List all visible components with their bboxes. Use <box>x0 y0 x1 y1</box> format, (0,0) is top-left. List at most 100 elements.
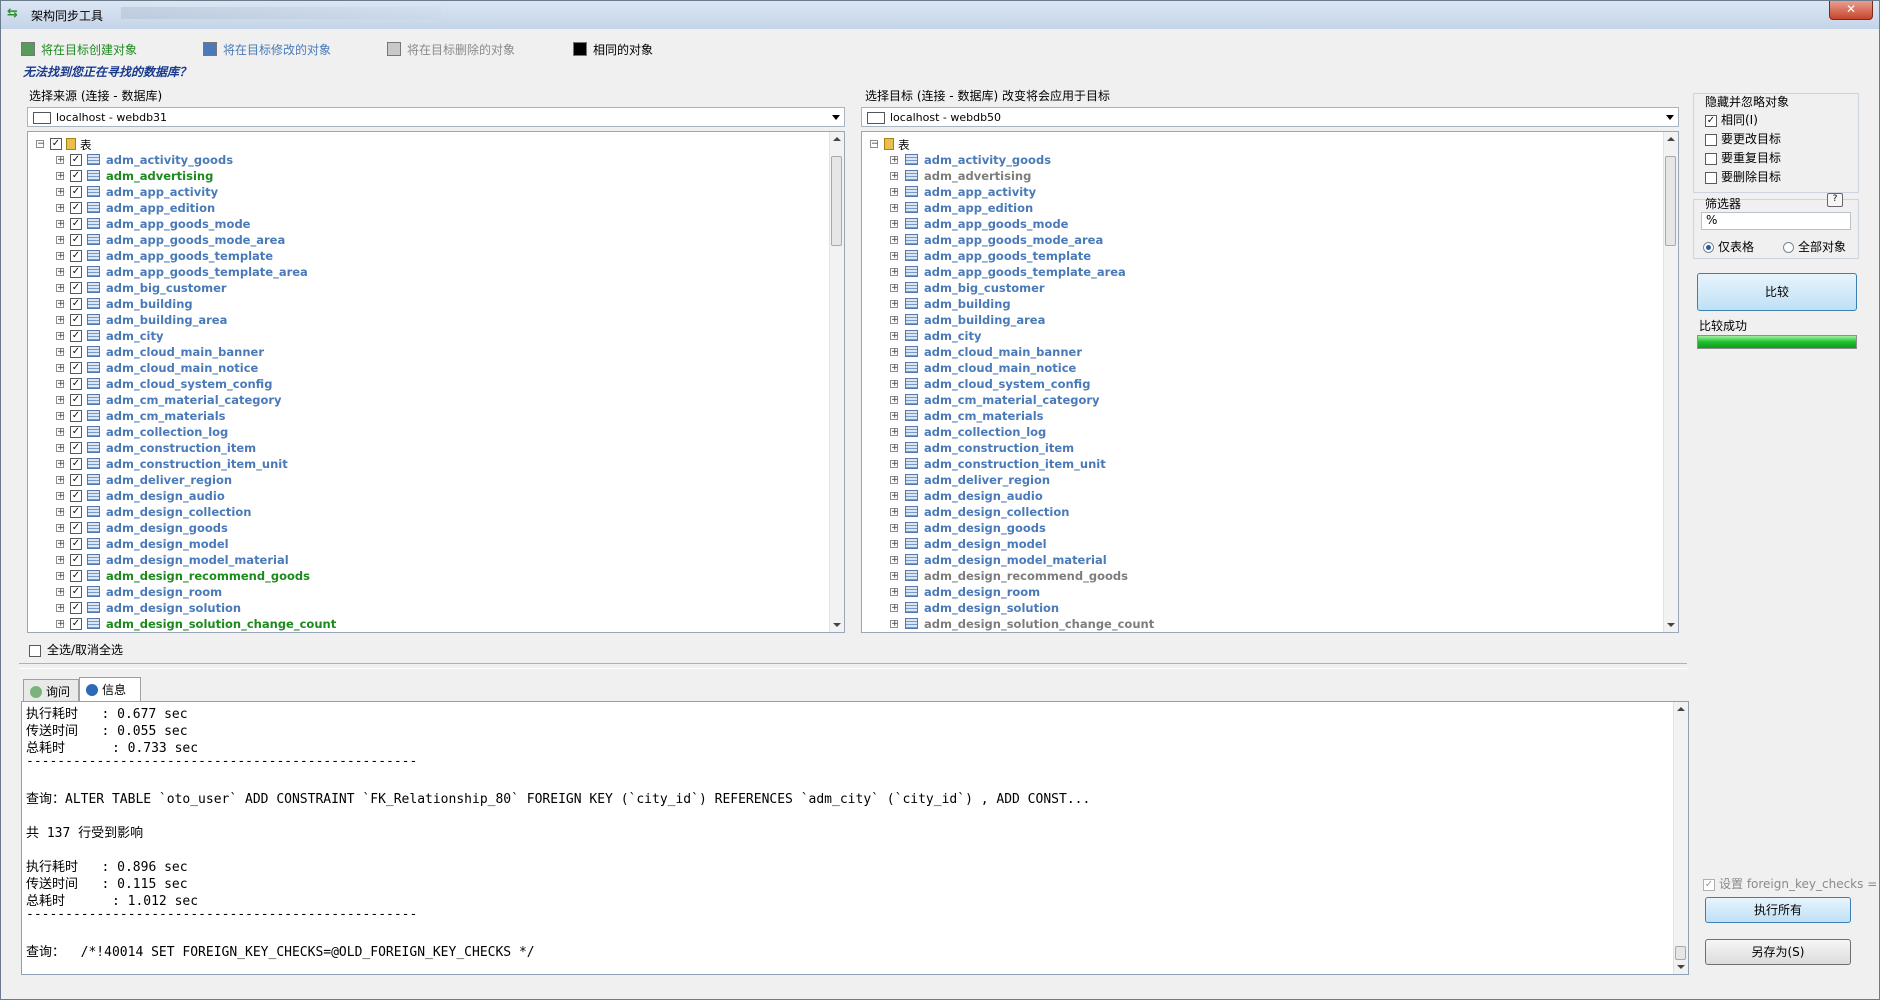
tree-table-row[interactable]: + ✓ adm_design_audio <box>28 488 830 504</box>
hide-delete-checkbox[interactable]: 要删除目标 <box>1705 168 1781 185</box>
expand-icon[interactable]: + <box>56 316 65 325</box>
execute-all-button[interactable]: 执行所有 <box>1705 897 1851 923</box>
expand-icon[interactable]: + <box>56 172 65 181</box>
expand-icon[interactable]: + <box>56 556 65 565</box>
tab-info[interactable]: 信息 <box>79 677 141 701</box>
scroll-up-icon[interactable] <box>833 137 841 141</box>
expand-icon[interactable]: + <box>890 620 899 629</box>
checkbox-box[interactable]: ✓ <box>70 618 82 630</box>
expand-icon[interactable]: + <box>890 380 899 389</box>
tree-table-row[interactable]: + adm_design_audio <box>862 488 1664 504</box>
tree-table-row[interactable]: + ✓ adm_cloud_system_config <box>28 376 830 392</box>
expand-icon[interactable]: + <box>890 268 899 277</box>
expand-icon[interactable]: + <box>890 236 899 245</box>
expand-icon[interactable]: + <box>56 252 65 261</box>
tree-table-row[interactable]: + ✓ adm_app_goods_template <box>28 248 830 264</box>
expand-icon[interactable]: + <box>890 460 899 469</box>
tree-table-row[interactable]: + ✓ adm_city <box>28 328 830 344</box>
tree-table-row[interactable]: + adm_cm_materials <box>862 408 1664 424</box>
tree-table-row[interactable]: + adm_advertising <box>862 168 1664 184</box>
tree-table-row[interactable]: + adm_construction_item_unit <box>862 456 1664 472</box>
expand-icon[interactable]: + <box>890 172 899 181</box>
expand-icon[interactable]: + <box>890 156 899 165</box>
tree-root-tables[interactable]: − ✓ 表 <box>28 136 830 152</box>
checkbox-box[interactable]: ✓ <box>70 506 82 518</box>
checkbox-box[interactable]: ✓ <box>70 490 82 502</box>
expand-icon[interactable]: + <box>890 220 899 229</box>
tree-table-row[interactable]: + adm_cloud_main_notice <box>862 360 1664 376</box>
scrollbar-thumb[interactable] <box>1675 946 1686 960</box>
expand-icon[interactable]: + <box>890 476 899 485</box>
tree-table-row[interactable]: + ✓ adm_collection_log <box>28 424 830 440</box>
expand-icon[interactable]: + <box>890 396 899 405</box>
tree-table-row[interactable]: + ✓ adm_building_area <box>28 312 830 328</box>
radio-all-objects[interactable]: 全部对象 <box>1783 238 1846 255</box>
tree-table-row[interactable]: + adm_cloud_system_config <box>862 376 1664 392</box>
compare-button[interactable]: 比较 <box>1697 273 1857 311</box>
checkbox-box[interactable] <box>1705 171 1717 184</box>
expand-icon[interactable]: + <box>56 412 65 421</box>
tree-table-row[interactable]: + ✓ adm_app_goods_mode_area <box>28 232 830 248</box>
expand-icon[interactable]: + <box>56 300 65 309</box>
message-log[interactable]: 执行耗时 : 0.677 sec 传送时间 : 0.055 sec 总耗时 : 0.… <box>21 701 1689 975</box>
expand-icon[interactable]: + <box>890 316 899 325</box>
hide-repeat-checkbox[interactable]: 要重复目标 <box>1705 149 1781 166</box>
save-as-button[interactable]: 另存为(S) <box>1705 939 1851 965</box>
tree-table-row[interactable]: + adm_city <box>862 328 1664 344</box>
tree-table-row[interactable]: + ✓ adm_cloud_main_banner <box>28 344 830 360</box>
scroll-down-icon[interactable] <box>1667 623 1675 627</box>
checkbox-box[interactable]: ✓ <box>70 234 82 246</box>
expand-icon[interactable]: + <box>56 444 65 453</box>
expand-icon[interactable]: + <box>890 348 899 357</box>
filter-input[interactable]: % <box>1701 212 1851 230</box>
tree-table-row[interactable]: + adm_app_edition <box>862 200 1664 216</box>
checkbox-box[interactable]: ✓ <box>70 282 82 294</box>
tree-table-row[interactable]: + ✓ adm_design_goods <box>28 520 830 536</box>
expand-icon[interactable]: + <box>56 156 65 165</box>
tree-table-row[interactable]: + ✓ adm_big_customer <box>28 280 830 296</box>
tree-table-row[interactable]: + ✓ adm_cloud_main_notice <box>28 360 830 376</box>
expand-icon[interactable]: + <box>890 508 899 517</box>
tree-table-row[interactable]: + adm_cloud_main_banner <box>862 344 1664 360</box>
scroll-up-icon[interactable] <box>1667 137 1675 141</box>
expand-icon[interactable]: + <box>56 284 65 293</box>
checkbox-box[interactable]: ✓ <box>70 442 82 454</box>
cant-find-database-link[interactable]: 无法找到您正在寻找的数据库？ <box>23 63 191 80</box>
tree-table-row[interactable]: + ✓ adm_app_activity <box>28 184 830 200</box>
target-tree-scrollbar[interactable] <box>1663 132 1678 632</box>
expand-icon[interactable]: + <box>56 348 65 357</box>
scroll-down-icon[interactable] <box>833 623 841 627</box>
expand-icon[interactable]: + <box>56 364 65 373</box>
tree-table-row[interactable]: + adm_design_solution_change_count <box>862 616 1664 632</box>
tree-table-row[interactable]: + ✓ adm_design_solution <box>28 600 830 616</box>
expand-icon[interactable]: + <box>890 204 899 213</box>
expand-icon[interactable]: + <box>56 204 65 213</box>
tree-table-row[interactable]: + ✓ adm_building <box>28 296 830 312</box>
expand-icon[interactable]: + <box>890 556 899 565</box>
checkbox-box[interactable] <box>1705 133 1717 146</box>
tree-table-row[interactable]: + adm_activity_goods <box>862 152 1664 168</box>
tree-table-row[interactable]: + ✓ adm_app_goods_mode <box>28 216 830 232</box>
expand-icon[interactable]: + <box>56 428 65 437</box>
expand-icon[interactable]: + <box>890 188 899 197</box>
expand-icon[interactable]: + <box>890 524 899 533</box>
tree-table-row[interactable]: + adm_design_model <box>862 536 1664 552</box>
tree-table-row[interactable]: + ✓ adm_advertising <box>28 168 830 184</box>
collapse-icon[interactable]: − <box>36 140 45 149</box>
source-tree-scrollbar[interactable] <box>829 132 844 632</box>
checkbox-box[interactable]: ✓ <box>70 314 82 326</box>
expand-icon[interactable]: + <box>890 492 899 501</box>
tree-table-row[interactable]: + ✓ adm_design_model <box>28 536 830 552</box>
tree-table-row[interactable]: + adm_app_goods_template <box>862 248 1664 264</box>
scrollbar-thumb[interactable] <box>831 156 842 246</box>
expand-icon[interactable]: + <box>890 572 899 581</box>
tree-table-row[interactable]: + adm_design_model_material <box>862 552 1664 568</box>
scroll-up-icon[interactable] <box>1677 707 1685 711</box>
checkbox-box[interactable]: ✓ <box>70 570 82 582</box>
tree-table-row[interactable]: + adm_building <box>862 296 1664 312</box>
radio-button[interactable] <box>1703 242 1714 253</box>
checkbox-box[interactable]: ✓ <box>70 426 82 438</box>
help-icon[interactable]: ? <box>1827 193 1843 207</box>
tree-table-row[interactable]: + ✓ adm_app_goods_template_area <box>28 264 830 280</box>
tree-table-row[interactable]: + ✓ adm_deliver_region <box>28 472 830 488</box>
